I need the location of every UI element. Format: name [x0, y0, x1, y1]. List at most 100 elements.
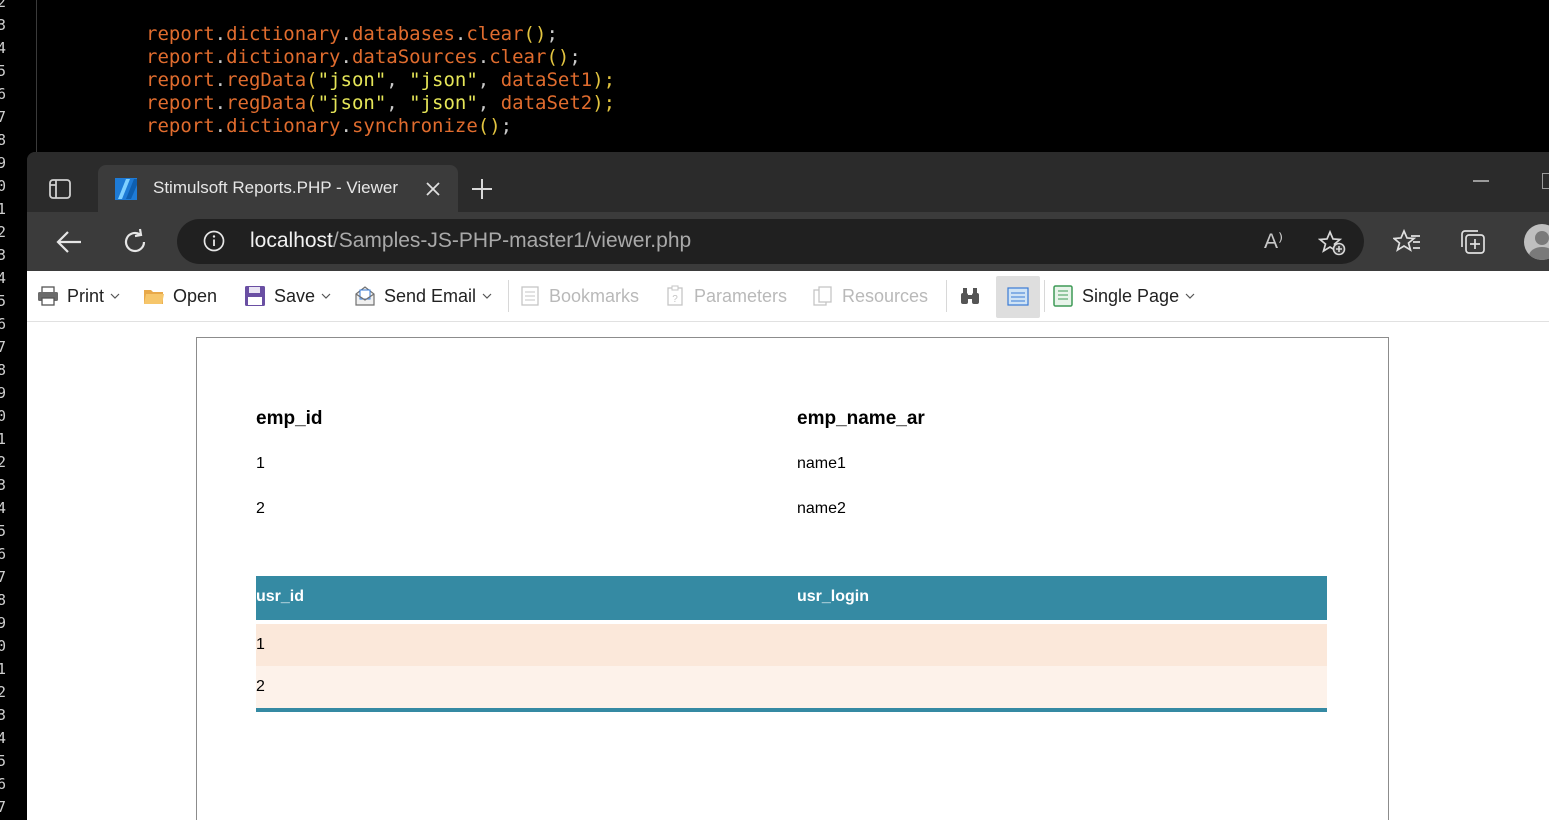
minimize-button[interactable] [1473, 180, 1489, 182]
bookmarks-icon [519, 285, 541, 307]
toolbar-divider [1044, 280, 1045, 312]
view-mode-toggle-button[interactable] [996, 276, 1040, 318]
resources-label: Resources [842, 285, 929, 306]
line-number: 4 [0, 39, 7, 57]
stimulsoft-favicon-icon [114, 177, 138, 201]
line-number: 8 [0, 591, 7, 609]
line-number: 4 [0, 269, 7, 287]
line-number: 5 [0, 292, 7, 310]
new-tab-plus-icon[interactable] [470, 177, 494, 201]
code-token: dataSet1 [500, 69, 593, 91]
read-aloud-icon[interactable]: A⁾ [1264, 230, 1290, 254]
code-token: dataSources [351, 46, 478, 68]
line-number: 1 [0, 430, 7, 448]
report-page: emp_id emp_name_ar 1 name1 2 name2 usr_i… [196, 337, 1389, 820]
users-header-band: usr_id usr_login [256, 576, 1327, 620]
send-email-label: Send Email [384, 285, 477, 306]
code-token: report [146, 23, 215, 45]
bookmarks-button[interactable]: Bookmarks [519, 285, 639, 307]
emp-id-cell: 2 [256, 500, 265, 517]
tab-actions-icon[interactable] [45, 174, 75, 204]
chevron-down-icon [482, 293, 492, 299]
printer-icon [37, 285, 59, 307]
code-token: . [340, 115, 352, 137]
url-text: localhost/Samples-JS-PHP-master1/viewer.… [250, 229, 691, 253]
code-token: regData [226, 69, 307, 91]
back-arrow-icon[interactable] [54, 227, 84, 257]
bookmarks-label: Bookmarks [549, 285, 640, 306]
browser-window: Stimulsoft Reports.PHP - Viewer localhos… [27, 152, 1549, 820]
code-token: , [477, 69, 501, 91]
code-token: synchronize [351, 115, 478, 137]
code-token: dataSet2 [500, 92, 593, 114]
code-token: () [477, 115, 501, 137]
code-line: report.dictionary.synchronize(); [146, 115, 512, 138]
code-token: . [214, 46, 227, 68]
code-token: . [214, 115, 227, 137]
line-number: 2 [0, 453, 7, 471]
resources-button[interactable]: Resources [812, 285, 928, 307]
line-number: 7 [0, 108, 7, 126]
code-token: ); [592, 69, 616, 91]
line-number: 5 [0, 752, 7, 770]
code-token: () [523, 23, 547, 45]
line-number: 9 [0, 614, 7, 632]
site-info-icon[interactable] [203, 230, 225, 252]
code-token: ( [306, 69, 318, 91]
favorites-icon[interactable] [1391, 228, 1421, 256]
line-number: 9 [0, 384, 7, 402]
code-token: "json" [317, 69, 387, 91]
code-token: report [146, 69, 215, 91]
open-button[interactable]: Open [143, 285, 217, 307]
open-label: Open [173, 285, 218, 306]
users-row: 2 [256, 666, 1327, 708]
code-token: report [146, 115, 215, 137]
code-token: () [546, 46, 570, 68]
line-number: 8 [0, 131, 7, 149]
add-favorite-star-icon[interactable] [1317, 229, 1346, 256]
line-number: 3 [0, 706, 7, 724]
line-number: 2 [0, 0, 7, 11]
url-field[interactable]: localhost/Samples-JS-PHP-master1/viewer.… [177, 219, 1364, 264]
tab-strip: Stimulsoft Reports.PHP - Viewer [27, 152, 1549, 212]
line-number: 1 [0, 200, 7, 218]
save-label: Save [274, 285, 316, 306]
line-number: 7 [0, 568, 7, 586]
maximize-button[interactable] [1542, 173, 1549, 189]
code-token: ; [500, 115, 513, 137]
tab-close-icon[interactable] [424, 180, 442, 198]
code-token: databases [351, 23, 455, 45]
chevron-down-icon [110, 293, 120, 299]
send-email-button[interactable]: Send Email [354, 285, 492, 307]
line-number: 3 [0, 246, 7, 264]
line-number: 4 [0, 499, 7, 517]
code-token: ); [592, 92, 616, 114]
tab-stimulsoft-viewer[interactable]: Stimulsoft Reports.PHP - Viewer [98, 165, 458, 212]
code-token: . [340, 46, 352, 68]
save-button[interactable]: Save [244, 285, 331, 307]
collections-icon[interactable] [1459, 228, 1487, 256]
single-page-label: Single Page [1082, 285, 1180, 306]
refresh-icon[interactable] [120, 227, 150, 257]
line-number: 7 [0, 798, 7, 816]
profile-avatar[interactable] [1524, 224, 1549, 260]
line-number: 0 [0, 407, 7, 425]
code-token: . [214, 69, 227, 91]
toolbar-divider [508, 280, 509, 312]
line-number: 6 [0, 545, 7, 563]
code-token: report [146, 92, 215, 114]
parameters-button[interactable]: ? Parameters [664, 285, 787, 307]
usr-id-cell: 2 [256, 678, 265, 695]
code-token: clear [466, 23, 524, 45]
code-token: dictionary [226, 46, 341, 68]
code-token: regData [226, 92, 307, 114]
line-number: 2 [0, 223, 7, 241]
tab-title: Stimulsoft Reports.PHP - Viewer [153, 178, 399, 197]
find-button[interactable] [959, 285, 989, 307]
print-button[interactable]: Print [37, 285, 120, 307]
parameters-icon: ? [664, 285, 686, 307]
code-token: , [386, 69, 410, 91]
code-token: . [214, 92, 227, 114]
single-page-dropdown[interactable]: Single Page [1052, 285, 1195, 307]
code-editor[interactable]: report.dictionary.databases.clear(); repo… [47, 0, 1549, 152]
